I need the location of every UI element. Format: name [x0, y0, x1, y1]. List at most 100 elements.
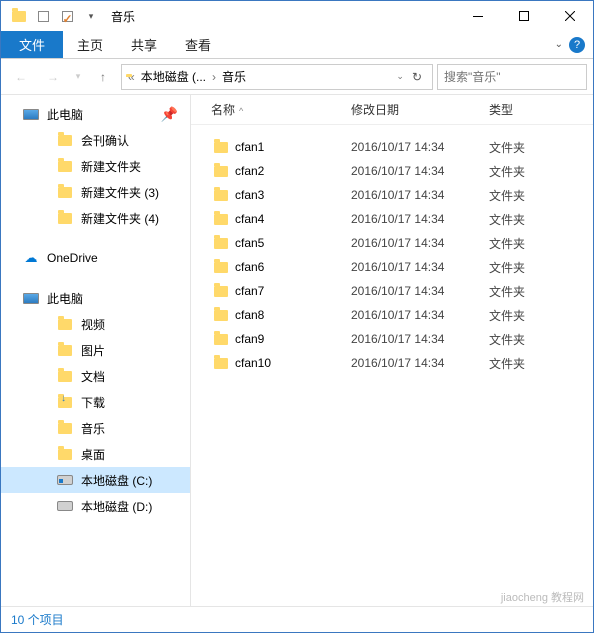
file-row[interactable]: cfan92016/10/17 14:34文件夹: [191, 327, 593, 351]
sidebar-item[interactable]: 下载: [1, 389, 190, 415]
sidebar-item[interactable]: 此电脑 📌: [1, 101, 190, 127]
file-name: cfan3: [231, 188, 351, 202]
folder-icon: [211, 286, 231, 297]
sort-arrow-icon: ^: [239, 106, 243, 116]
back-button[interactable]: ←: [7, 63, 35, 91]
sidebar-item-label: 文档: [81, 368, 105, 385]
column-headers: 名称^ 修改日期 类型: [191, 95, 593, 125]
sidebar-item-label: 音乐: [81, 420, 105, 437]
breadcrumb[interactable]: 音乐: [218, 68, 250, 85]
sidebar-item[interactable]: 新建文件夹 (3): [1, 179, 190, 205]
onedrive-icon: ☁: [23, 250, 39, 266]
column-type-header[interactable]: 类型: [489, 101, 559, 118]
file-type: 文件夹: [489, 139, 525, 156]
sidebar-item-label: 新建文件夹 (3): [81, 184, 159, 201]
folder-icon: [57, 210, 73, 226]
sidebar-item-label: 本地磁盘 (C:): [81, 472, 152, 489]
file-date: 2016/10/17 14:34: [351, 356, 489, 370]
search-input[interactable]: [444, 70, 594, 84]
tab-home[interactable]: 主页: [63, 31, 117, 58]
navigation-pane[interactable]: 此电脑 📌 会刊确认新建文件夹新建文件夹 (3) 新建文件夹 (4) ☁OneDrive…: [1, 95, 191, 606]
pc-icon: [23, 106, 39, 122]
breadcrumb-overflow[interactable]: «: [126, 70, 137, 84]
file-tab[interactable]: 文件: [1, 31, 63, 58]
desktop-icon: [57, 446, 73, 462]
file-row[interactable]: cfan72016/10/17 14:34文件夹: [191, 279, 593, 303]
up-button[interactable]: ↑: [89, 63, 117, 91]
refresh-button[interactable]: ↻: [406, 70, 428, 84]
sidebar-item[interactable]: 音乐: [1, 415, 190, 441]
file-row[interactable]: cfan12016/10/17 14:34文件夹: [191, 135, 593, 159]
pin-icon: 📌: [161, 106, 178, 123]
sidebar-item[interactable]: 文档: [1, 363, 190, 389]
sidebar-item-label: 视频: [81, 316, 105, 333]
sidebar-item[interactable]: 桌面: [1, 441, 190, 467]
folder-icon: [211, 334, 231, 345]
file-row[interactable]: cfan102016/10/17 14:34文件夹: [191, 351, 593, 375]
file-type: 文件夹: [489, 283, 525, 300]
sidebar-item[interactable]: ☁OneDrive: [1, 245, 190, 271]
column-name-header[interactable]: 名称^: [211, 101, 351, 118]
drive-icon: [57, 498, 73, 514]
file-name: cfan1: [231, 140, 351, 154]
file-type: 文件夹: [489, 163, 525, 180]
file-type: 文件夹: [489, 259, 525, 276]
sidebar-item-label: 此电脑: [47, 106, 83, 123]
file-row[interactable]: cfan42016/10/17 14:34文件夹: [191, 207, 593, 231]
forward-button[interactable]: →: [39, 63, 67, 91]
file-row[interactable]: cfan22016/10/17 14:34文件夹: [191, 159, 593, 183]
music-icon: [57, 420, 73, 436]
file-date: 2016/10/17 14:34: [351, 236, 489, 250]
file-row[interactable]: cfan32016/10/17 14:34文件夹: [191, 183, 593, 207]
tab-share[interactable]: 共享: [117, 31, 171, 58]
search-box[interactable]: 🔍: [437, 64, 587, 90]
qat-properties-icon[interactable]: [31, 4, 55, 28]
tab-view[interactable]: 查看: [171, 31, 225, 58]
close-button[interactable]: [547, 1, 593, 31]
sidebar-item-label: 新建文件夹: [81, 158, 141, 175]
folder-icon: [211, 310, 231, 321]
file-row[interactable]: cfan82016/10/17 14:34文件夹: [191, 303, 593, 327]
address-dropdown-icon[interactable]: ⌄: [394, 71, 406, 82]
ribbon-expand-icon[interactable]: ⌄: [555, 39, 563, 50]
content-pane: 名称^ 修改日期 类型 cfan12016/10/17 14:34文件夹cfan…: [191, 95, 593, 606]
sidebar-item-label: 桌面: [81, 446, 105, 463]
sidebar-item[interactable]: 本地磁盘 (C:): [1, 467, 190, 493]
file-type: 文件夹: [489, 187, 525, 204]
breadcrumb[interactable]: 本地磁盘 (...: [137, 68, 210, 85]
sidebar-item[interactable]: 会刊确认: [1, 127, 190, 153]
maximize-button[interactable]: [501, 1, 547, 31]
minimize-button[interactable]: [455, 1, 501, 31]
file-row[interactable]: cfan52016/10/17 14:34文件夹: [191, 231, 593, 255]
file-name: cfan5: [231, 236, 351, 250]
recent-dropdown-icon[interactable]: ▾: [71, 63, 85, 91]
file-type: 文件夹: [489, 307, 525, 324]
sidebar-item[interactable]: 视频: [1, 311, 190, 337]
qat-check-icon[interactable]: ✓: [55, 4, 79, 28]
file-date: 2016/10/17 14:34: [351, 332, 489, 346]
sidebar-item-label: 此电脑: [47, 290, 83, 307]
downloads-icon: [57, 394, 73, 410]
sidebar-item[interactable]: 此电脑: [1, 285, 190, 311]
sidebar-item[interactable]: 新建文件夹 (4): [1, 205, 190, 231]
sidebar-item-label: 新建文件夹 (4): [81, 210, 159, 227]
title-bar: ✓ ▾ 音乐: [1, 1, 593, 31]
folder-icon: [7, 4, 31, 28]
sidebar-item[interactable]: 新建文件夹: [1, 153, 190, 179]
folder-icon: [211, 166, 231, 177]
column-date-header[interactable]: 修改日期: [351, 101, 489, 118]
chevron-right-icon[interactable]: ›: [210, 70, 218, 84]
sidebar-item[interactable]: 图片: [1, 337, 190, 363]
video-icon: [57, 316, 73, 332]
help-icon[interactable]: ?: [569, 37, 585, 53]
sidebar-item[interactable]: 本地磁盘 (D:): [1, 493, 190, 519]
file-date: 2016/10/17 14:34: [351, 140, 489, 154]
address-bar[interactable]: « 本地磁盘 (... › 音乐 ⌄ ↻: [121, 64, 433, 90]
file-name: cfan7: [231, 284, 351, 298]
qat-dropdown-icon[interactable]: ▾: [79, 4, 103, 28]
file-date: 2016/10/17 14:34: [351, 308, 489, 322]
folder-icon: [211, 214, 231, 225]
file-type: 文件夹: [489, 235, 525, 252]
file-list[interactable]: cfan12016/10/17 14:34文件夹cfan22016/10/17 …: [191, 125, 593, 606]
file-row[interactable]: cfan62016/10/17 14:34文件夹: [191, 255, 593, 279]
